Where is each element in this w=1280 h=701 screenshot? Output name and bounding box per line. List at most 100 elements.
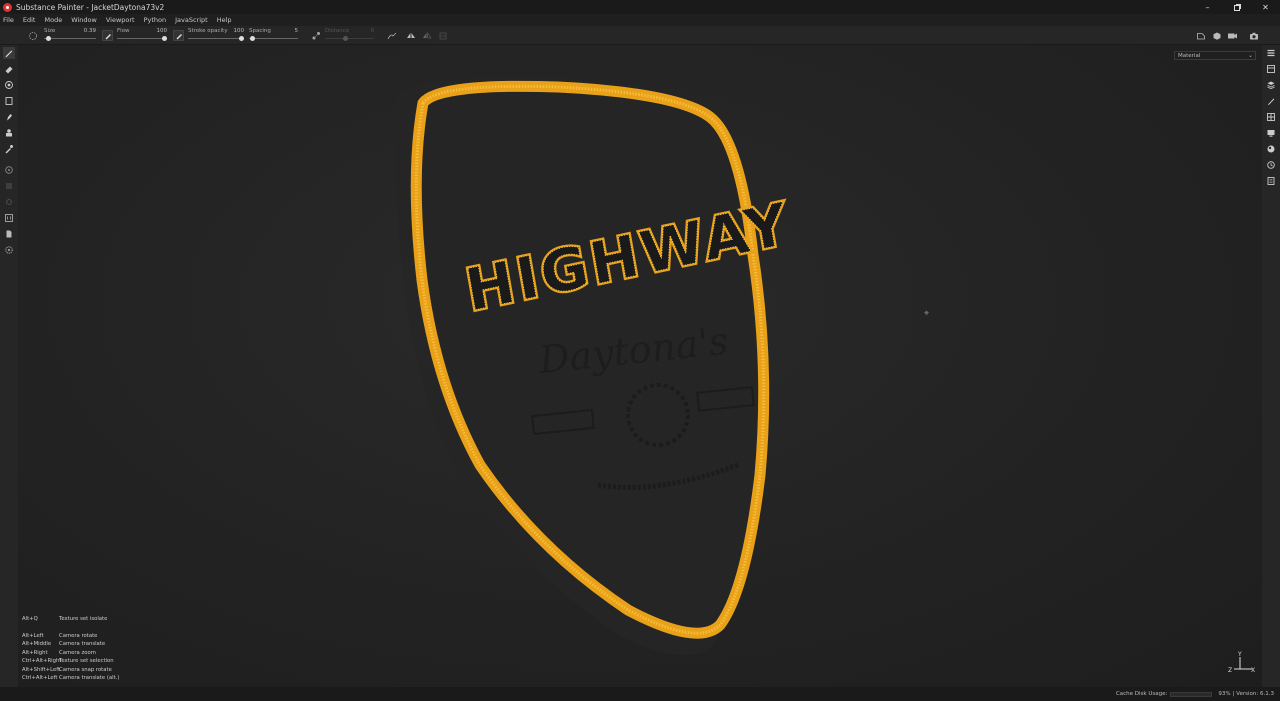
opacity-pen-pressure-button[interactable] xyxy=(173,30,184,41)
projection-icon xyxy=(5,81,13,89)
spacing-slider[interactable]: Spacing 5 xyxy=(249,28,298,43)
geometry-icon xyxy=(6,199,12,205)
shelf-button[interactable] xyxy=(1265,111,1277,123)
log-button[interactable] xyxy=(1265,175,1277,187)
pen-icon xyxy=(176,33,182,39)
cursor-crosshair-icon: ⌖ xyxy=(924,309,930,319)
menu-file[interactable]: File xyxy=(3,16,14,24)
distance-slider[interactable]: Distance 0 xyxy=(325,28,374,43)
cache-disk-bar xyxy=(1170,691,1213,697)
menu-javascript[interactable]: JavaScript xyxy=(175,16,208,24)
shortcut-row: Ctrl+Alt+Left Camera translate (alt.) xyxy=(22,674,119,683)
flow-pen-pressure-button[interactable] xyxy=(102,30,113,41)
display-settings-button[interactable] xyxy=(1265,127,1277,139)
screenshot-icon[interactable] xyxy=(1248,30,1259,41)
polygon-fill-icon xyxy=(5,97,13,105)
symmetry-icon[interactable] xyxy=(405,30,416,41)
symmetry-settings-icon[interactable] xyxy=(437,30,448,41)
properties-button[interactable] xyxy=(1265,95,1277,107)
projection-tool-button[interactable] xyxy=(3,79,15,91)
shortcut-action: Camera snap rotate xyxy=(59,666,112,673)
eraser-icon xyxy=(5,66,13,74)
highway-patch-render: Daytona's HIGHWAY HIGHWAY xyxy=(394,76,797,656)
shortcut-key: Ctrl+Alt+Right xyxy=(22,658,62,665)
camera-2d-icon[interactable] xyxy=(1195,30,1206,41)
status-bar: Cache Disk Usage: 93% | Version: 6.1.3 xyxy=(0,687,1280,701)
shortcut-key: Ctrl+Alt+Left xyxy=(22,675,58,682)
window-title: Substance Painter - JacketDaytona73v2 xyxy=(16,2,165,12)
shortcut-key: Alt+Shift+Left xyxy=(22,666,61,673)
stroke-opacity-knob[interactable] xyxy=(239,36,244,41)
clone-tool-button[interactable] xyxy=(3,127,15,139)
layers-button[interactable] xyxy=(1265,79,1277,91)
shortcut-key: Alt+Right xyxy=(22,649,48,656)
lazy-mouse-icon[interactable] xyxy=(310,30,321,41)
3d-viewport[interactable]: Daytona's HIGHWAY HIGHWAY Material ⌄ ⌖ A… xyxy=(18,45,1262,687)
size-slider[interactable]: Size 0.39 xyxy=(44,28,96,43)
brush-preset-icon[interactable] xyxy=(27,30,38,41)
document-button[interactable] xyxy=(3,228,15,240)
gizmo-y-label: Y xyxy=(1237,651,1242,658)
brush-icon xyxy=(5,50,13,58)
history-button[interactable] xyxy=(1265,159,1277,171)
axis-gizmo: Y Z X xyxy=(1228,651,1255,674)
shortcut-row: Alt+Left Camera rotate xyxy=(22,632,119,641)
right-toolbar xyxy=(1262,45,1280,687)
symmetry-mirror-icon[interactable] xyxy=(421,30,432,41)
title-bar: Substance Painter - JacketDaytona73v2 – … xyxy=(0,0,1280,14)
distance-track xyxy=(325,38,374,39)
menu-python[interactable]: Python xyxy=(144,16,167,24)
display-mode-dropdown[interactable]: Material ⌄ xyxy=(1174,51,1256,60)
flow-value: 100 xyxy=(156,28,168,34)
camera-settings-icon[interactable] xyxy=(1227,30,1238,41)
stroke-opacity-track xyxy=(188,38,244,39)
window-controls: – ✕ xyxy=(1193,0,1280,14)
uv-view-button[interactable] xyxy=(3,212,15,224)
shortcut-key: Alt+Left xyxy=(22,632,44,639)
flow-track xyxy=(117,38,167,39)
menu-mode[interactable]: Mode xyxy=(44,16,62,24)
color-picker-tool-button[interactable] xyxy=(3,143,15,155)
close-button[interactable]: ✕ xyxy=(1251,0,1280,14)
stroke-opacity-label: Stroke opacity xyxy=(188,28,228,34)
paint-tool-button[interactable] xyxy=(3,47,15,59)
polygon-fill-tool-button[interactable] xyxy=(3,95,15,107)
shelf-icon xyxy=(1267,113,1275,121)
shortcut-action: Camera translate xyxy=(59,641,106,648)
line-stroke-icon[interactable] xyxy=(386,30,397,41)
menu-window[interactable]: Window xyxy=(71,16,97,24)
stroke-opacity-slider[interactable]: Stroke opacity 100 xyxy=(188,28,244,43)
substance-logo-icon xyxy=(3,2,12,12)
texture-set-list-button[interactable] xyxy=(1265,47,1277,59)
geometry-mask-button[interactable] xyxy=(3,196,15,208)
chevron-down-icon: ⌄ xyxy=(1247,52,1253,59)
display-settings-icon xyxy=(1267,130,1275,137)
settings-button[interactable] xyxy=(3,244,15,256)
smudge-tool-button[interactable] xyxy=(3,111,15,123)
menu-help[interactable]: Help xyxy=(217,16,232,24)
restore-button[interactable] xyxy=(1222,0,1251,14)
menu-viewport[interactable]: Viewport xyxy=(106,16,135,24)
texture-set-settings-button[interactable] xyxy=(1265,63,1277,75)
spacing-track xyxy=(249,38,298,39)
clone-icon xyxy=(6,129,12,137)
camera-3d-icon[interactable] xyxy=(1211,30,1222,41)
minimize-button[interactable]: – xyxy=(1193,0,1222,14)
shader-settings-button[interactable] xyxy=(1265,143,1277,155)
menu-edit[interactable]: Edit xyxy=(23,16,36,24)
layers-view-button[interactable] xyxy=(3,180,15,192)
gizmo-x-label: X xyxy=(1251,667,1255,674)
flow-slider[interactable]: Flow 100 xyxy=(117,28,167,43)
size-knob[interactable] xyxy=(46,36,52,41)
smudge-icon xyxy=(7,114,12,121)
shortcut-action: Texture set isolate xyxy=(59,616,108,623)
distance-knob[interactable] xyxy=(342,36,348,41)
eraser-tool-button[interactable] xyxy=(3,63,15,75)
flow-knob[interactable] xyxy=(162,36,167,41)
flow-label: Flow xyxy=(117,28,130,34)
properties-icon xyxy=(1268,98,1275,105)
spacing-knob[interactable] xyxy=(249,36,255,41)
bake-button[interactable] xyxy=(3,164,15,176)
shortcut-row: Alt+Shift+Left Camera snap rotate xyxy=(22,666,119,675)
settings-icon xyxy=(5,246,13,254)
